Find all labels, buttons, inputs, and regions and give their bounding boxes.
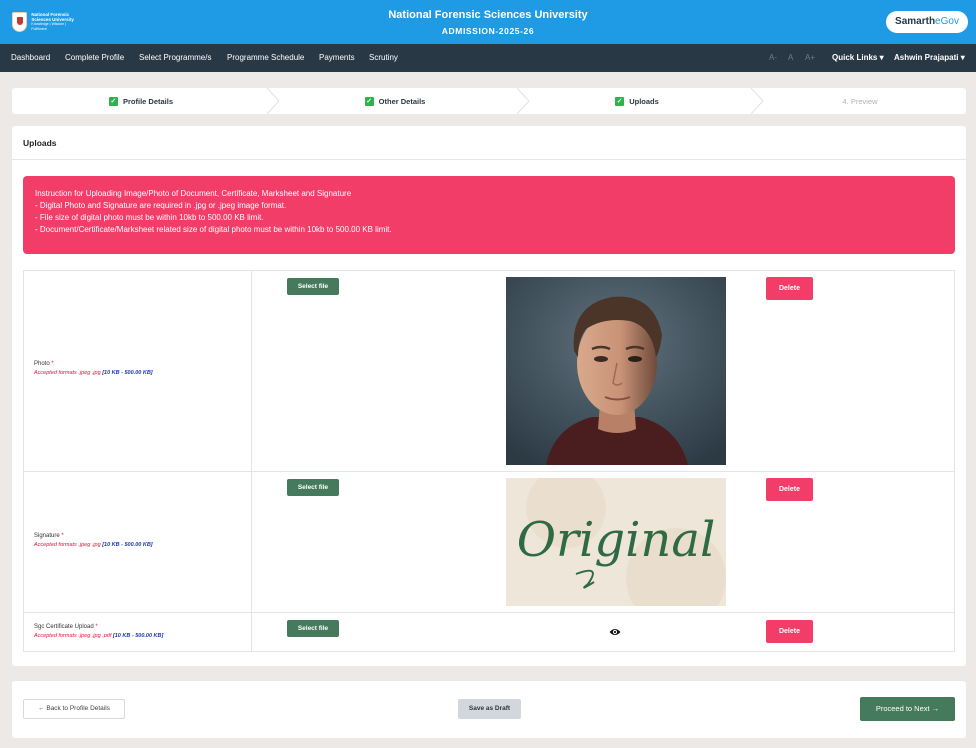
step-other-details[interactable]: ✓ Other Details [270,88,520,114]
photo-preview[interactable] [506,277,726,465]
chevron-down-icon: ▾ [879,53,884,62]
divider [12,159,966,160]
form-footer: ← Back to Profile Details Save as Draft … [12,681,966,738]
chevron-down-icon: ▾ [960,53,965,62]
upload-row-photo: Photo * Accepted formats .jpeg .jpg [10 … [24,271,954,472]
instruction-heading: Instruction for Uploading Image/Photo of… [35,189,352,198]
accepted-formats: Accepted formats .jpeg .jpg [10 KB - 500… [34,370,153,376]
eye-icon[interactable] [609,627,621,637]
field-label: Photo * [34,361,54,367]
save-draft-button[interactable]: Save as Draft [458,699,521,719]
font-decrease-button[interactable]: A- [769,53,777,62]
nav-payments[interactable]: Payments [319,53,355,62]
instruction-line: - Document/Certificate/Marksheet related… [35,225,392,234]
samarth-egov-logo[interactable]: SamartheGov [886,11,968,33]
university-name: National Forensic Sciences University [388,9,588,21]
nav-complete-profile[interactable]: Complete Profile [65,53,124,62]
step-uploads[interactable]: ✓ Uploads [520,88,754,114]
quick-links-dropdown[interactable]: Quick Links ▾ [832,53,884,62]
portrait-image [506,277,726,465]
nav-programme-schedule[interactable]: Programme Schedule [227,53,304,62]
card-title: Uploads [23,138,57,148]
admission-label: ADMISSION-2025-26 [441,26,535,36]
signature-text: Original [517,512,716,568]
field-label: Signature * [34,533,64,539]
upload-instructions-alert: Instruction for Uploading Image/Photo of… [23,176,955,254]
size-limit: [10 KB - 500.00 KB] [102,542,153,548]
step-label: Uploads [629,96,659,106]
check-icon: ✓ [615,96,625,106]
delete-button[interactable]: Delete [766,277,813,300]
progress-stepper: ✓ Profile Details ✓ Other Details ✓ Uploads… [12,88,966,114]
delete-button[interactable]: Delete [766,478,813,501]
accepted-formats: Accepted formats .jpeg .jpg [10 KB - 500… [34,542,153,548]
size-limit: [10 KB - 500.00 KB] [112,633,164,639]
select-file-button[interactable]: Select file [287,479,339,496]
instruction-line: - Digital Photo and Signature are requir… [35,201,287,210]
required-mark: * [61,533,64,539]
step-label: Other Details [378,96,426,106]
select-file-button[interactable]: Select file [287,278,339,295]
step-label: Profile Details [122,96,174,106]
check-icon: ✓ [108,96,118,106]
uploads-card: Uploads Instruction for Uploading Image/… [12,126,966,666]
nav-dashboard[interactable]: Dashboard [11,53,50,62]
font-increase-button[interactable]: A+ [805,53,815,62]
brand-secondary: eGov [935,16,959,27]
app-header: National Forensic Sciences University Kn… [0,0,976,44]
brand-primary: Samarth [895,16,936,27]
uploads-table: Photo * Accepted formats .jpeg .jpg [10 … [23,270,955,652]
proceed-next-button[interactable]: Proceed to Next → [860,697,955,721]
quick-links-label: Quick Links [832,53,878,62]
upload-row-sgc-certificate: Sgc Certificate Upload * Accepted format… [24,613,954,651]
check-icon: ✓ [364,96,374,106]
required-mark: * [95,624,98,630]
nav-select-programmes[interactable]: Select Programme/s [139,53,211,62]
user-menu-dropdown[interactable]: Ashwin Prajapati ▾ [894,53,965,62]
size-limit: [10 KB - 500.00 KB] [102,370,153,376]
delete-button[interactable]: Delete [766,620,813,643]
signature-image: Original [506,478,726,606]
back-button[interactable]: ← Back to Profile Details [23,699,125,719]
required-mark: * [51,361,54,367]
font-normal-button[interactable]: A [788,53,793,62]
user-name: Ashwin Prajapati [894,53,959,62]
step-profile-details[interactable]: ✓ Profile Details [12,88,270,114]
accepted-formats: Accepted formats .jpeg .jpg .pdf [10 KB … [34,633,164,639]
step-preview[interactable]: 4. Preview [754,88,966,114]
select-file-button[interactable]: Select file [287,620,339,637]
signature-preview[interactable]: Original [506,478,726,606]
instruction-line: - File size of digital photo must be wit… [35,213,264,222]
upload-row-signature: Signature * Accepted formats .jpeg .jpg … [24,472,954,613]
field-label: Sgc Certificate Upload * [34,624,98,630]
step-label: 4. Preview [842,96,878,106]
main-nav: Dashboard Complete Profile Select Progra… [0,44,976,72]
nav-scrutiny[interactable]: Scrutiny [369,53,398,62]
